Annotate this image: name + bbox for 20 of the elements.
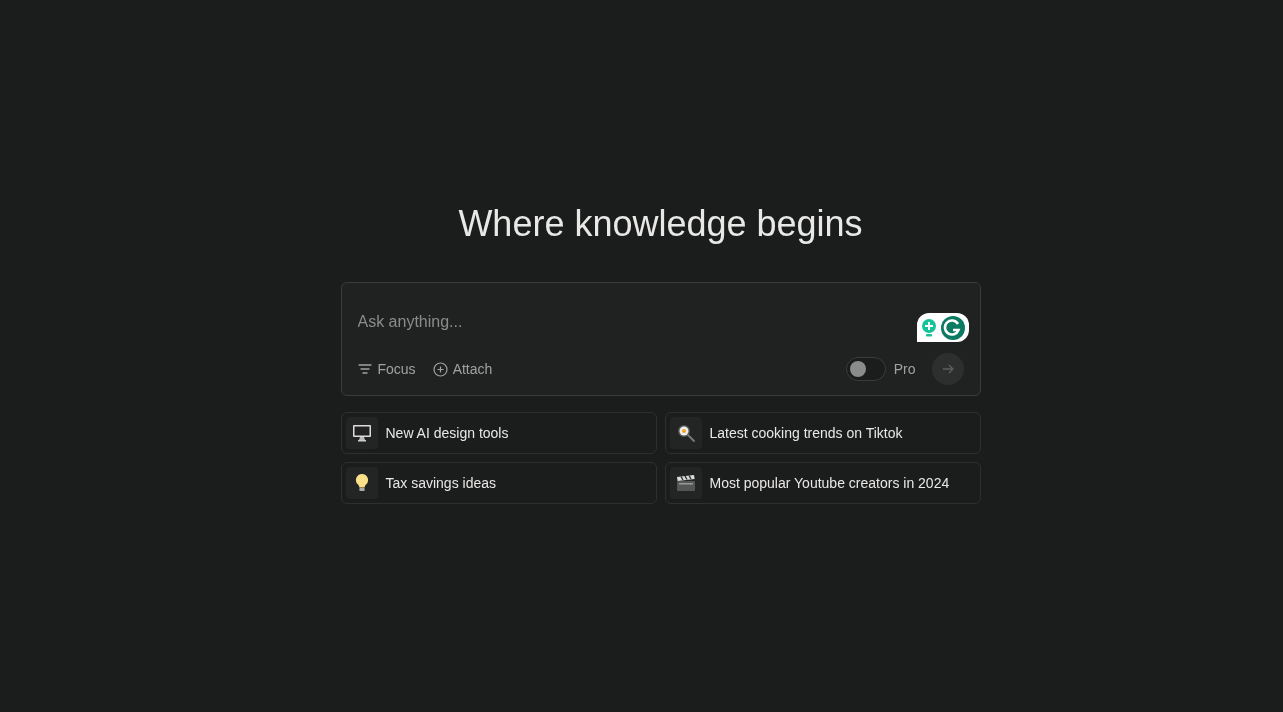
- suggestion-card[interactable]: New AI design tools: [340, 412, 657, 454]
- computer-icon: [351, 424, 372, 442]
- suggestion-card[interactable]: Latest cooking trends on Tiktok: [664, 412, 981, 454]
- frying-pan-icon: [675, 423, 696, 443]
- clapperboard-icon: [675, 474, 696, 492]
- light-bulb-icon: [920, 317, 937, 338]
- focus-button[interactable]: Focus: [357, 358, 416, 380]
- page-heading: Where knowledge begins: [458, 202, 863, 246]
- grammar-widget[interactable]: [916, 313, 969, 342]
- suggestion-card[interactable]: Most popular Youtube creators in 2024: [664, 462, 981, 504]
- search-field[interactable]: Ask anything... Focus Attach Pro: [340, 282, 981, 396]
- pro-toggle[interactable]: [845, 357, 886, 381]
- suggestion-card[interactable]: Tax savings ideas: [340, 462, 657, 504]
- light-bulb-icon: [354, 473, 369, 493]
- plus-circle-icon: [432, 361, 448, 377]
- attach-button[interactable]: Attach: [432, 358, 493, 380]
- arrow-right-icon: [941, 363, 954, 375]
- grammar-logo-icon: [940, 315, 965, 340]
- pro-label: Pro: [893, 359, 916, 379]
- filter-icon: [357, 363, 372, 375]
